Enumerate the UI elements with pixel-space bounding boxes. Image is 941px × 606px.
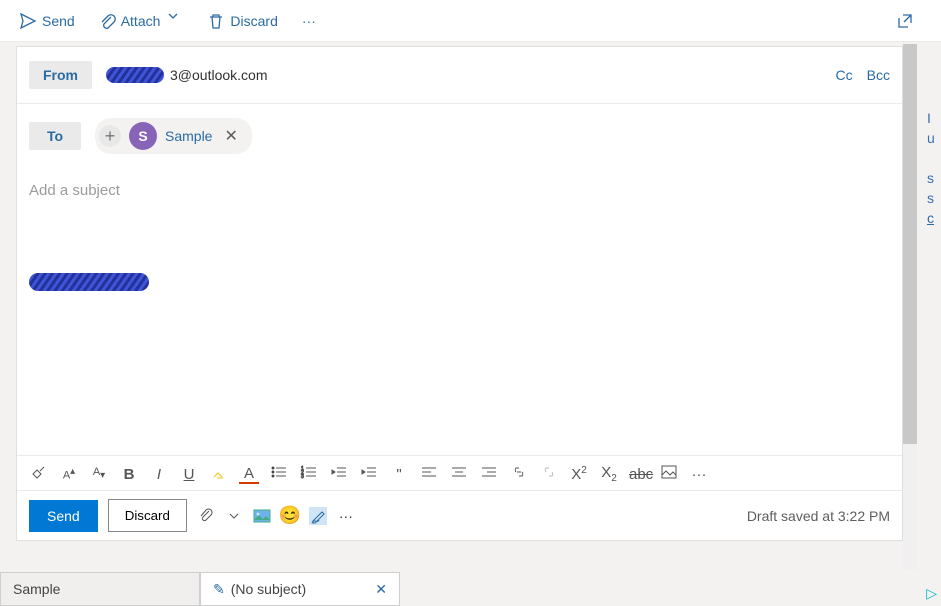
font-color-button[interactable]: A bbox=[239, 465, 259, 484]
sidebar-cutoff: Iussc bbox=[921, 108, 941, 228]
tab-sample[interactable]: Sample bbox=[0, 572, 200, 606]
more-actions-button[interactable]: ··· bbox=[337, 507, 355, 525]
from-address[interactable]: 3@outlook.com bbox=[106, 67, 267, 83]
redacted-name bbox=[106, 67, 164, 83]
more-format-button[interactable]: ··· bbox=[689, 466, 709, 483]
send-icon bbox=[20, 13, 36, 29]
to-row: To + S Sample ✕ bbox=[17, 103, 902, 168]
trash-icon bbox=[208, 13, 224, 29]
pencil-icon: ✎ bbox=[213, 581, 225, 598]
chevron-down-icon bbox=[168, 13, 184, 29]
send-top-label: Send bbox=[42, 13, 75, 29]
strikethrough-button[interactable]: abc bbox=[629, 466, 649, 483]
align-right-button[interactable] bbox=[479, 465, 499, 483]
format-toolbar: A▴ A▾ B I U A 123 " X2 X2 abc ··· bbox=[17, 455, 902, 490]
discard-button[interactable]: Discard bbox=[108, 499, 187, 532]
draft-status: Draft saved at 3:22 PM bbox=[747, 508, 890, 524]
align-center-button[interactable] bbox=[449, 465, 469, 483]
send-top-button[interactable]: Send bbox=[12, 7, 83, 35]
bulleted-list-button[interactable] bbox=[269, 465, 289, 483]
message-body[interactable] bbox=[17, 213, 902, 455]
scroll-thumb[interactable] bbox=[903, 44, 917, 444]
unlink-button[interactable] bbox=[539, 465, 559, 483]
top-toolbar: Send Attach Discard ··· bbox=[0, 0, 941, 42]
recipient-name: Sample bbox=[165, 128, 212, 144]
ellipsis-icon: ··· bbox=[302, 13, 316, 29]
recipient-chip[interactable]: + S Sample ✕ bbox=[95, 118, 252, 154]
subject-input[interactable] bbox=[17, 168, 902, 213]
plus-icon: + bbox=[99, 125, 121, 147]
link-button[interactable] bbox=[509, 465, 529, 483]
insert-image-button[interactable] bbox=[659, 465, 679, 483]
to-tag[interactable]: To bbox=[29, 122, 81, 150]
redacted-signature bbox=[29, 273, 149, 291]
avatar: S bbox=[129, 122, 157, 150]
more-top-button[interactable]: ··· bbox=[294, 7, 324, 35]
font-size-up-icon[interactable]: A▴ bbox=[59, 466, 79, 482]
from-suffix: 3@outlook.com bbox=[170, 67, 267, 83]
attach-inline-button[interactable] bbox=[197, 507, 215, 525]
subscript-button[interactable]: X2 bbox=[599, 464, 619, 484]
attach-button[interactable]: Attach bbox=[91, 7, 193, 35]
attach-label: Attach bbox=[121, 13, 161, 29]
from-row: From 3@outlook.com Cc Bcc bbox=[17, 47, 902, 103]
font-size-down-icon[interactable]: A▾ bbox=[89, 466, 109, 481]
quote-button[interactable]: " bbox=[389, 466, 409, 483]
send-button[interactable]: Send bbox=[29, 500, 98, 532]
emoji-button[interactable]: 😊 bbox=[281, 507, 299, 525]
italic-button[interactable]: I bbox=[149, 466, 169, 483]
tab-label: (No subject) bbox=[231, 581, 306, 597]
attach-dropdown-icon[interactable] bbox=[225, 507, 243, 525]
outdent-button[interactable] bbox=[329, 465, 349, 483]
paperclip-icon bbox=[99, 13, 115, 29]
signature-button[interactable] bbox=[309, 507, 327, 525]
insert-picture-button[interactable] bbox=[253, 507, 271, 525]
discard-top-button[interactable]: Discard bbox=[200, 7, 285, 35]
format-painter-icon[interactable] bbox=[29, 464, 49, 484]
play-icon[interactable]: ▷ bbox=[926, 585, 937, 602]
remove-recipient-button[interactable]: ✕ bbox=[220, 126, 241, 146]
tab-label: Sample bbox=[13, 581, 60, 597]
popout-icon bbox=[897, 13, 913, 29]
bold-button[interactable]: B bbox=[119, 466, 139, 483]
popout-button[interactable] bbox=[889, 7, 921, 35]
cc-button[interactable]: Cc bbox=[836, 67, 853, 83]
bcc-button[interactable]: Bcc bbox=[867, 67, 890, 83]
highlight-button[interactable] bbox=[209, 464, 229, 484]
tab-bar: Sample ✎ (No subject) ✕ bbox=[0, 572, 941, 606]
align-left-button[interactable] bbox=[419, 465, 439, 483]
indent-button[interactable] bbox=[359, 465, 379, 483]
numbered-list-button[interactable]: 123 bbox=[299, 465, 319, 483]
discard-top-label: Discard bbox=[230, 13, 277, 29]
scrollbar[interactable] bbox=[903, 44, 917, 570]
compose-panel: From 3@outlook.com Cc Bcc To + S Sample … bbox=[16, 46, 903, 541]
superscript-button[interactable]: X2 bbox=[569, 465, 589, 483]
close-tab-button[interactable]: ✕ bbox=[375, 581, 387, 598]
from-tag[interactable]: From bbox=[29, 61, 92, 89]
tab-draft[interactable]: ✎ (No subject) ✕ bbox=[200, 572, 400, 606]
action-bar: Send Discard 😊 ··· Draft saved at 3:22 P… bbox=[17, 490, 902, 540]
underline-button[interactable]: U bbox=[179, 466, 199, 483]
svg-text:3: 3 bbox=[301, 474, 304, 480]
